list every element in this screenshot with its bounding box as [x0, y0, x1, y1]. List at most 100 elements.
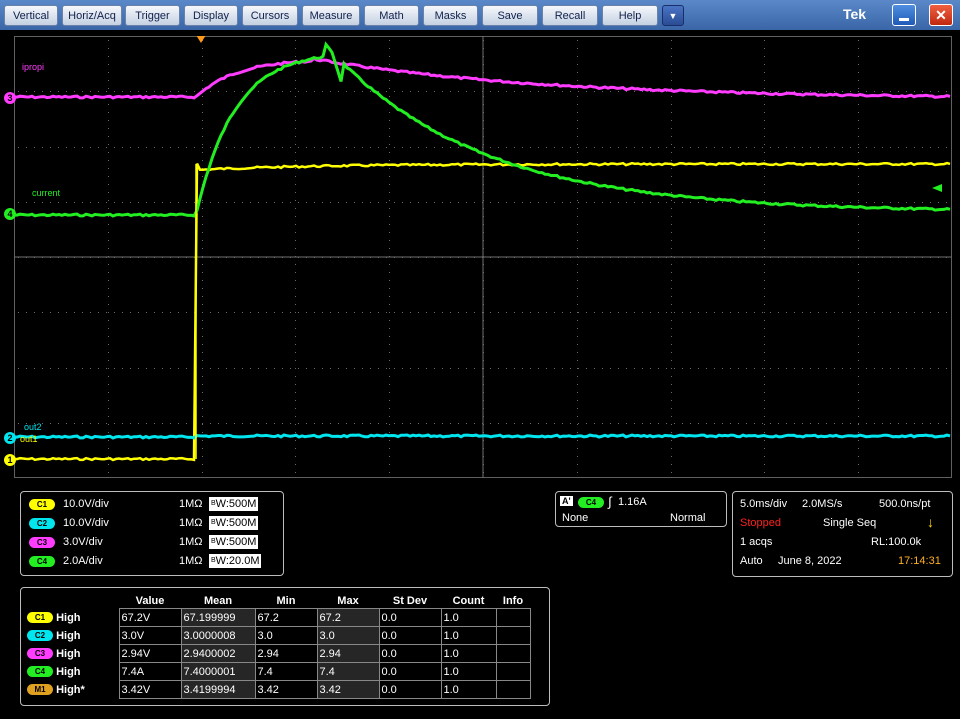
ch1-chip: C1 [29, 498, 55, 510]
menu-trigger-button[interactable]: Trigger [125, 5, 180, 26]
meas-type: High [56, 647, 81, 660]
meas-max: 2.94 [316, 644, 380, 663]
table-row[interactable]: C4 High 7.4A 7.4000001 7.4 7.4 0.0 1.0 [25, 662, 531, 681]
trigger-auto-mode: Auto [740, 555, 763, 567]
measurements-panel[interactable]: Value Mean Min Max St Dev Count Info C1 … [20, 587, 550, 706]
menu-cursors-button[interactable]: Cursors [242, 5, 298, 26]
menu-masks-button[interactable]: Masks [423, 5, 478, 26]
table-row[interactable]: C3 High 2.94V 2.9400002 2.94 2.94 0.0 1.… [25, 644, 531, 663]
ch2-scale: 10.0V/div [63, 517, 109, 529]
table-row[interactable]: C1 High 67.2V 67.199999 67.2 67.2 0.0 1.… [25, 608, 531, 627]
ch3-chip: C3 [29, 536, 55, 548]
meas-count: 1.0 [440, 608, 497, 627]
time-per-div: 5.0ms/div [740, 498, 788, 510]
trigger-badge: A' [560, 496, 573, 506]
ch3-scale: 3.0V/div [63, 536, 103, 548]
table-row[interactable]: M1 High* 3.42V 3.4199994 3.42 3.42 0.0 1… [25, 680, 531, 699]
menu-bar: Vertical Horiz/Acq Trigger Display Curso… [0, 0, 960, 30]
ch3-bandwidth: BW:500M [209, 535, 259, 549]
meas-info [495, 608, 531, 627]
meas-mean: 67.199999 [180, 608, 256, 627]
meas-stdev: 0.0 [378, 608, 442, 627]
measurements-table: Value Mean Min Max St Dev Count Info C1 … [25, 593, 531, 699]
meas-info [495, 626, 531, 645]
menu-math-button[interactable]: Math [364, 5, 419, 26]
trigger-source-chip: C4 [578, 497, 604, 508]
meas-mean: 7.4000001 [180, 662, 256, 681]
menu-save-button[interactable]: Save [482, 5, 538, 26]
meas-value: 2.94V [118, 644, 182, 663]
meas-stdev: 0.0 [378, 644, 442, 663]
ch2-bandwidth: BW:500M [209, 516, 259, 530]
ch1-bandwidth: BW:500M [209, 497, 259, 511]
trigger-settings-panel[interactable]: A' C4 ∫ 1.16A None Normal [555, 491, 727, 527]
meas-c1-chip: C1 [27, 612, 53, 624]
col-value-header: Value [135, 594, 165, 607]
time-label: 17:14:31 [898, 555, 941, 567]
resolution: 500.0ns/pt [879, 498, 931, 510]
meas-type: High [56, 665, 81, 678]
menu-horiz-acq-button[interactable]: Horiz/Acq [62, 5, 122, 26]
menu-recall-button[interactable]: Recall [542, 5, 598, 26]
trace-label-ch1: out1 [20, 434, 38, 444]
meas-count: 1.0 [440, 626, 497, 645]
meas-count: 1.0 [440, 662, 497, 681]
menu-help-button[interactable]: Help [602, 5, 658, 26]
vertical-row-ch1[interactable]: C1 10.0V/div 1MΩ BW:500M [29, 495, 279, 513]
rising-edge-icon: ∫ [608, 494, 612, 509]
acquisition-count: 1 acqs [740, 536, 773, 548]
meas-mean: 3.4199994 [180, 680, 256, 699]
record-length: RL:100.0k [871, 536, 922, 548]
vertical-row-ch3[interactable]: C3 3.0V/div 1MΩ BW:500M [29, 533, 279, 551]
meas-type: High [56, 611, 81, 624]
menu-dropdown-button[interactable]: ▼ [662, 5, 684, 26]
sample-rate: 2.0MS/s [802, 498, 843, 510]
trace-ch4 [14, 41, 951, 218]
menu-display-button[interactable]: Display [184, 5, 238, 26]
trigger-mode: Normal [670, 512, 706, 524]
meas-value: 7.4A [118, 662, 182, 681]
meas-mean: 2.9400002 [180, 644, 256, 663]
measurements-header-row: Value Mean Min Max St Dev Count Info [25, 593, 530, 609]
col-min-header: Min [276, 594, 296, 607]
ch4-chip: C4 [29, 555, 55, 567]
vertical-row-ch4[interactable]: C4 2.0A/div 1MΩ BW:20.0M [29, 552, 279, 570]
vertical-settings-panel[interactable]: C1 10.0V/div 1MΩ BW:500M C2 10.0V/div 1M… [20, 491, 284, 576]
meas-info [495, 644, 531, 663]
close-button[interactable]: ✕ [929, 4, 953, 26]
ch1-marker[interactable]: 1 [4, 454, 16, 466]
ch4-marker[interactable]: 4 [4, 208, 16, 220]
vertical-row-ch2[interactable]: C2 10.0V/div 1MΩ BW:500M [29, 514, 279, 532]
meas-c2-chip: C2 [27, 630, 53, 642]
ch2-marker[interactable]: 2 [4, 432, 16, 444]
meas-info [495, 662, 531, 681]
trigger-position-marker [196, 36, 206, 43]
meas-stdev: 0.0 [378, 680, 442, 699]
horizontal-status-panel[interactable]: 5.0ms/div 2.0MS/s 500.0ns/pt Stopped Sin… [732, 491, 953, 577]
ch4-bandwidth: BW:20.0M [209, 554, 262, 568]
meas-info [495, 680, 531, 699]
meas-min: 7.4 [254, 662, 318, 681]
meas-count: 1.0 [440, 680, 497, 699]
col-stdev-header: St Dev [392, 594, 428, 607]
tek-brand: Tek [843, 6, 867, 22]
date-label: June 8, 2022 [778, 555, 842, 567]
trigger-level-marker [932, 184, 942, 192]
meas-max: 3.0 [316, 626, 380, 645]
menu-vertical-button[interactable]: Vertical [4, 5, 58, 26]
meas-stdev: 0.0 [378, 626, 442, 645]
meas-c3-chip: C3 [27, 648, 53, 660]
ch3-marker[interactable]: 3 [4, 92, 16, 104]
trace-ch1 [14, 161, 951, 462]
meas-min: 2.94 [254, 644, 318, 663]
trace-ch2 [14, 433, 951, 440]
waveform-display[interactable]: 3 4 2 1 ipropi current out2 out1 [4, 36, 952, 478]
meas-type: High* [56, 683, 85, 696]
trace-label-ch2: out2 [24, 422, 42, 432]
meas-value: 67.2V [118, 608, 182, 627]
menu-measure-button[interactable]: Measure [302, 5, 360, 26]
minimize-button[interactable] [892, 4, 916, 26]
ch1-impedance: 1MΩ [179, 498, 203, 510]
table-row[interactable]: C2 High 3.0V 3.0000008 3.0 3.0 0.0 1.0 [25, 626, 531, 645]
meas-max: 7.4 [316, 662, 380, 681]
